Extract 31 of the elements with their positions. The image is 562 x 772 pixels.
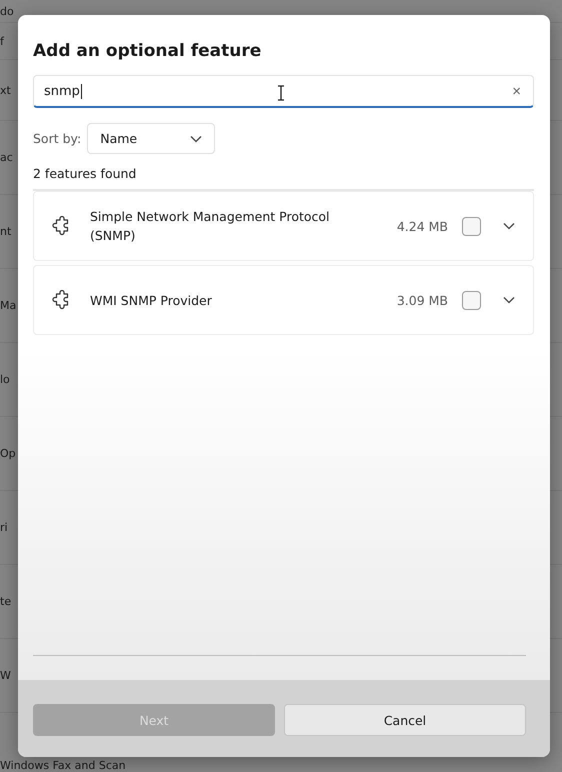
sort-dropdown[interactable]: Name <box>87 123 216 154</box>
chevron-down-icon <box>190 134 202 142</box>
background-text: f <box>0 34 4 48</box>
search-field[interactable]: snmp × <box>33 75 534 108</box>
chevron-down-icon <box>503 296 515 304</box>
background-text: Op <box>0 447 16 460</box>
dialog-title: Add an optional feature <box>33 41 262 61</box>
feature-name: WMI SNMP Provider <box>90 292 213 310</box>
feature-name: Simple Network Management Protocol (SNMP) <box>90 208 331 245</box>
feature-size: 3.09 MB <box>396 292 448 308</box>
feature-size: 4.24 MB <box>396 218 448 234</box>
background-text: lo <box>0 373 10 386</box>
text-cursor-icon <box>276 85 286 101</box>
feature-checkbox[interactable] <box>462 290 481 310</box>
background-text: nt <box>0 225 12 238</box>
expand-button[interactable] <box>501 294 517 306</box>
background-text: te <box>0 595 12 608</box>
clear-button[interactable]: × <box>510 82 523 100</box>
sort-label: Sort by: <box>33 131 82 146</box>
background-text: ac <box>0 151 13 164</box>
background-text: Windows Fax and Scan <box>0 759 126 772</box>
background-text: ri <box>0 521 8 534</box>
background-text: xt <box>0 84 11 96</box>
background-text: do <box>0 4 14 18</box>
feature-checkbox[interactable] <box>462 216 481 236</box>
chevron-down-icon <box>503 222 515 230</box>
result-count: 2 features found <box>33 166 138 181</box>
background-text: W <box>0 669 11 682</box>
expand-button[interactable] <box>501 220 517 232</box>
cancel-button[interactable]: Cancel <box>284 704 526 736</box>
background-text: Ma <box>0 299 16 312</box>
